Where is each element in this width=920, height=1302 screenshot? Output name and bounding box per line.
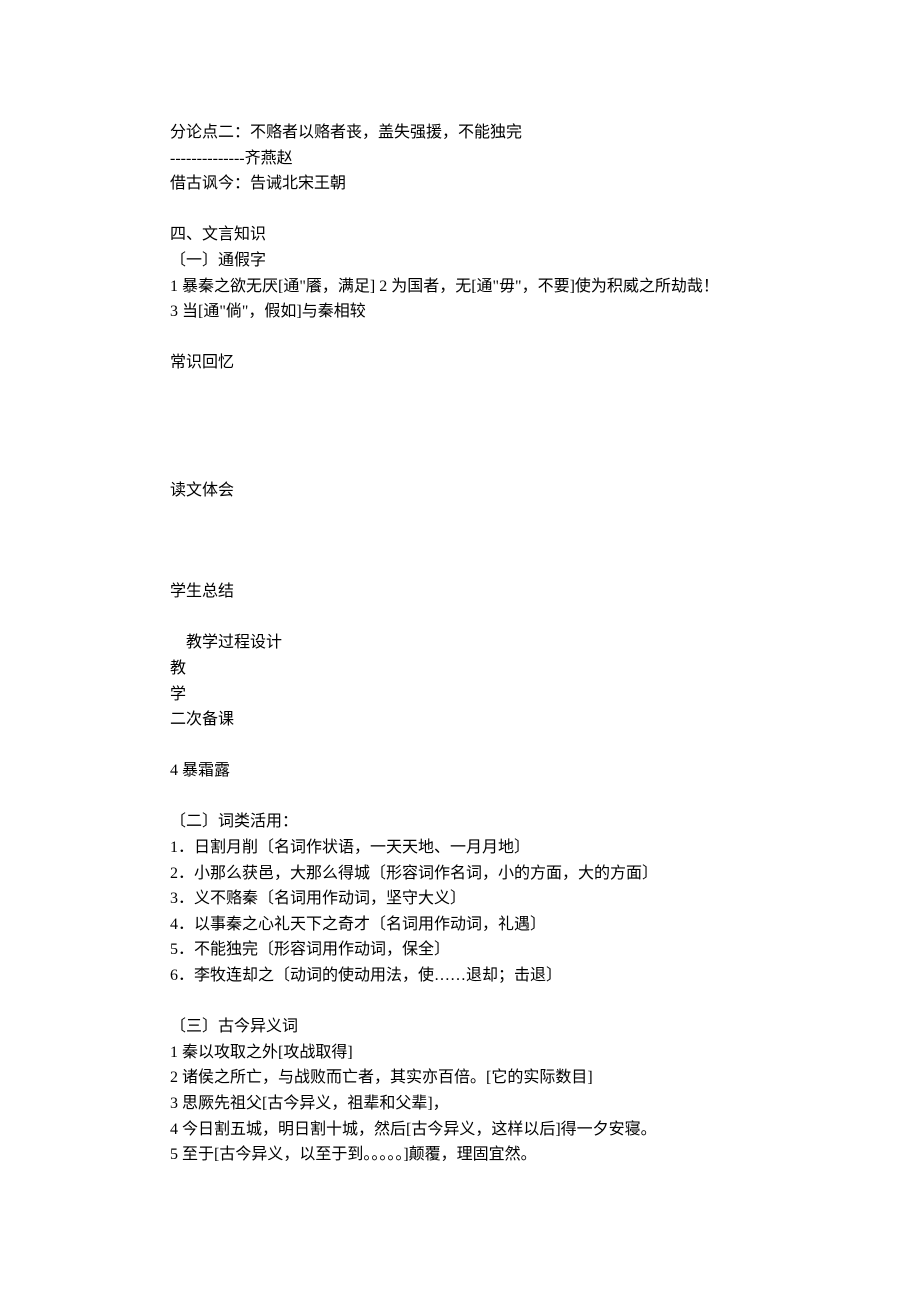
text-line: 4 暴霜露 (170, 758, 750, 784)
blank-line (170, 452, 750, 478)
list-item: 2．小那么获邑，大那么得城〔形容词作名词，小的方面，大的方面〕 (170, 861, 750, 887)
blank-line (170, 784, 750, 810)
list-item: 1 秦以攻取之外[攻战取得] (170, 1040, 750, 1066)
text-line: 教学过程设计 (170, 630, 750, 656)
list-item: 4．以事秦之心礼天下之奇才〔名词用作动词，礼遇〕 (170, 912, 750, 938)
list-item: 5 至于[古今异义，以至于到。。。。。]颠覆，理固宜然。 (170, 1142, 750, 1168)
subsection-heading: 〔三〕古今异义词 (170, 1014, 750, 1040)
blank-line (170, 989, 750, 1015)
text-line: 分论点二：不赂者以赂者丧，盖失强援，不能独完 (170, 120, 750, 146)
subsection-heading: 〔二〕词类活用： (170, 809, 750, 835)
text-line: 二次备课 (170, 707, 750, 733)
blank-line (170, 197, 750, 223)
section-heading: 四、文言知识 (170, 222, 750, 248)
list-item: 5．不能独完〔形容词用作动词，保全〕 (170, 937, 750, 963)
document-page: 分论点二：不赂者以赂者丧，盖失强援，不能独完 --------------齐燕赵… (0, 0, 920, 1302)
list-item: 6．李牧连却之〔动词的使动用法，使……退却；击退〕 (170, 963, 750, 989)
list-item: 3．义不赂秦〔名词用作动词，坚守大义〕 (170, 886, 750, 912)
list-item: 4 今日割五城，明日割十城，然后[古今异义，这样以后]得一夕安寝。 (170, 1117, 750, 1143)
list-item: 2 诸侯之所亡，与战败而亡者，其实亦百倍。[它的实际数目] (170, 1065, 750, 1091)
text-line: 1 暴秦之欲无厌[通"餍，满足] 2 为国者，无[通"毋"，不要]使为积威之所劫… (170, 274, 750, 300)
subsection-heading: 〔一〕通假字 (170, 248, 750, 274)
text-line: 3 当[通"倘"，假如]与秦相较 (170, 299, 750, 325)
text-line: 常识回忆 (170, 350, 750, 376)
blank-line (170, 325, 750, 351)
list-item: 3 思厥先祖父[古今异义，祖辈和父辈]， (170, 1091, 750, 1117)
text-line: 学 (170, 682, 750, 708)
list-item: 1．日割月削〔名词作状语，一天天地、一月月地〕 (170, 835, 750, 861)
blank-line (170, 733, 750, 759)
blank-space (170, 376, 750, 452)
text-line: 学生总结 (170, 579, 750, 605)
blank-line (170, 605, 750, 631)
blank-space (170, 503, 750, 579)
text-line: 读文体会 (170, 478, 750, 504)
text-line: 借古讽今：告诫北宋王朝 (170, 171, 750, 197)
text-line: 教 (170, 656, 750, 682)
text-line: --------------齐燕赵 (170, 146, 750, 172)
